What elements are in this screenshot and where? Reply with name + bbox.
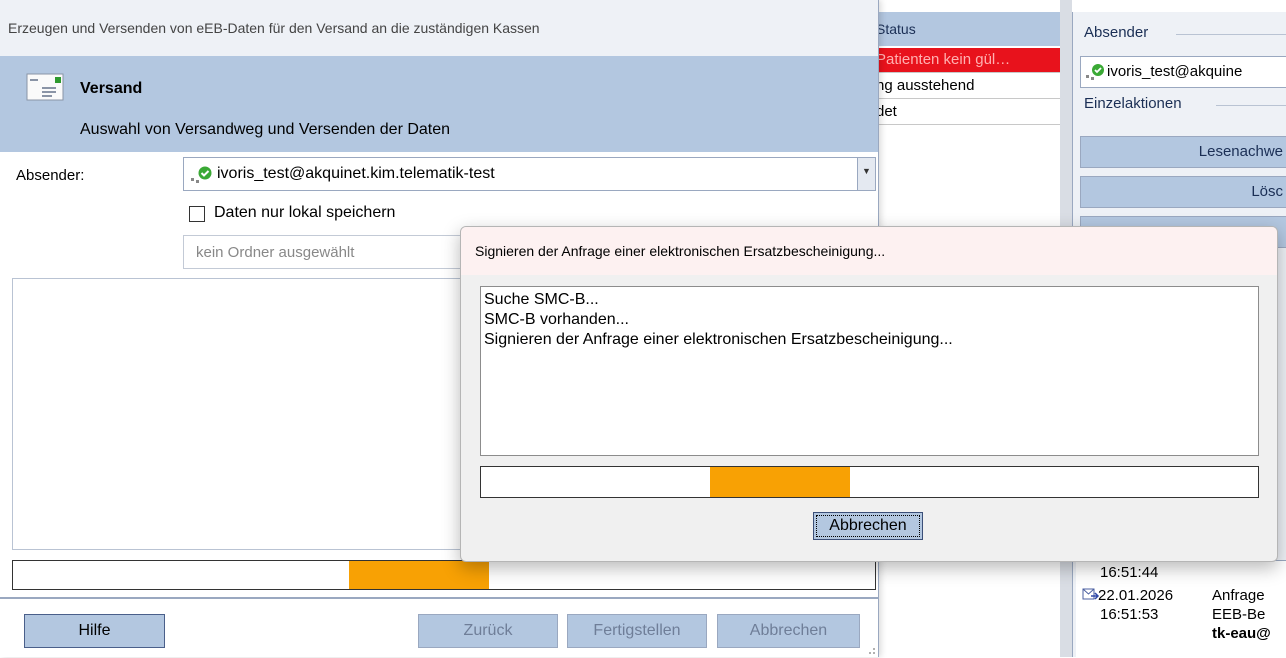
signing-progress-dialog: Signieren der Anfrage einer elektronisch… [460, 226, 1278, 562]
sender-group-label: Absender [1084, 24, 1155, 41]
log-sender: tk-eau@ [1212, 625, 1271, 642]
envelope-icon [26, 73, 64, 101]
log-line: Suche SMC-B... [484, 291, 599, 308]
status-row[interactable]: det [868, 100, 1060, 125]
signing-log[interactable]: Suche SMC-B... SMC-B vorhanden... Signie… [480, 286, 1259, 456]
status-row-text: Patienten kein gül… [876, 51, 1011, 68]
log-time: 16:51:53 [1100, 606, 1159, 623]
dialog-titlebar[interactable]: Signieren der Anfrage einer elektronisch… [461, 227, 1277, 275]
wizard-titlebar[interactable]: Erzeugen und Versenden von eEB-Daten für… [0, 0, 878, 56]
step-subtitle: Auswahl von Versandweg und Versenden der… [80, 121, 451, 138]
sender-value: ivoris_test@akquinet.kim.telematik-test [217, 165, 495, 182]
kim-account-icon [1086, 64, 1104, 80]
folder-placeholder: kein Ordner ausgewählt [196, 244, 355, 261]
sender-value: ivoris_test@akquine [1107, 63, 1243, 80]
local-save-label[interactable]: Daten nur lokal speichern [214, 204, 395, 222]
sender-combo[interactable]: ivoris_test@akquine [1080, 56, 1286, 88]
log-subject: Anfrage [1212, 587, 1265, 604]
kim-account-icon [191, 166, 212, 183]
log-time: 16:51:44 [1100, 564, 1159, 581]
message-log-list[interactable]: 16:51:44 22.01.2026 16:51:53 Anfrage EEB… [1076, 560, 1286, 658]
log-subject: EEB-Be [1212, 606, 1266, 623]
status-column-header[interactable]: Status [868, 12, 1060, 46]
status-row[interactable]: ng ausstehend [868, 74, 1060, 99]
back-button[interactable]: Zurück [418, 614, 558, 648]
status-row-text: det [876, 103, 897, 120]
button-label: Lösc [1251, 183, 1283, 200]
footer-divider [0, 597, 878, 599]
progress-indicator [710, 467, 850, 497]
dropdown-button[interactable]: ▼ [857, 158, 875, 190]
chevron-down-icon: ▼ [862, 166, 871, 176]
local-save-checkbox[interactable] [189, 206, 205, 222]
read-receipt-button[interactable]: Lesenachwe [1080, 136, 1286, 168]
sender-label: Absender: [16, 167, 85, 184]
status-header-label: Status [876, 21, 916, 37]
log-date: 22.01.2026 [1098, 587, 1174, 604]
wizard-progress-bar [12, 560, 876, 590]
finish-button[interactable]: Fertigstellen [567, 614, 707, 648]
signing-progress-bar [480, 466, 1259, 498]
actions-group-label: Einzelaktionen [1084, 95, 1188, 112]
window-title: Erzeugen und Versenden von eEB-Daten für… [8, 20, 540, 36]
cancel-button[interactable]: Abbrechen [717, 614, 860, 648]
status-row-text: ng ausstehend [876, 77, 975, 94]
step-title: Versand [80, 80, 143, 97]
cancel-button[interactable]: Abbrechen [813, 512, 923, 540]
delete-button[interactable]: Lösc [1080, 176, 1286, 208]
log-line: Signieren der Anfrage einer elektronisch… [484, 331, 953, 348]
help-button[interactable]: Hilfe [24, 614, 165, 648]
resize-grip-icon[interactable] [866, 645, 876, 655]
dialog-title: Signieren der Anfrage einer elektronisch… [475, 243, 886, 259]
group-divider [1176, 34, 1286, 35]
progress-indicator [349, 561, 489, 589]
group-divider [1216, 105, 1286, 106]
log-line: SMC-B vorhanden... [484, 311, 629, 328]
sender-select[interactable]: ivoris_test@akquinet.kim.telematik-test … [183, 157, 876, 191]
status-row[interactable]: Patienten kein gül… [868, 48, 1060, 73]
button-label: Lesenachwe [1198, 143, 1283, 160]
